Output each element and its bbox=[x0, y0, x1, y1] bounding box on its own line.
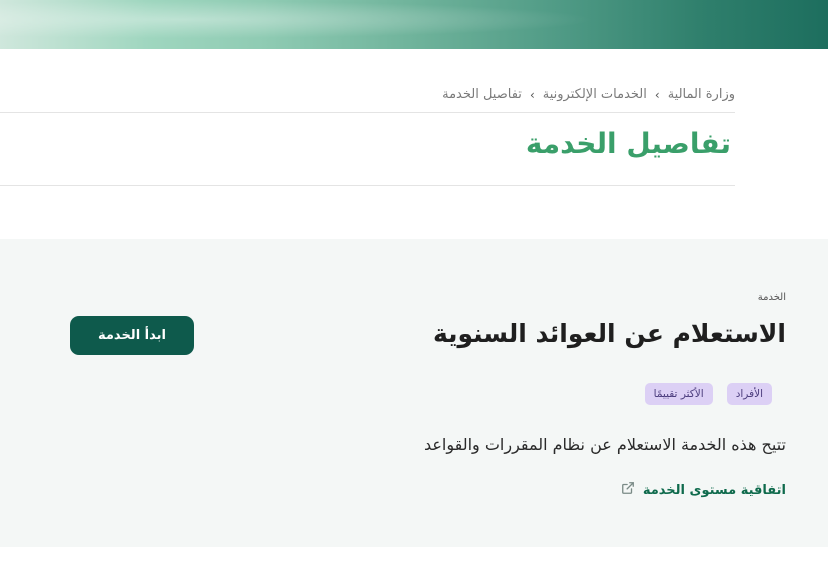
service-section-label: الخدمة bbox=[757, 292, 786, 303]
breadcrumb-item-eservices[interactable]: الخدمات الإلكترونية bbox=[543, 87, 647, 102]
divider bbox=[0, 185, 735, 186]
breadcrumb-item-ministry[interactable]: وزارة المالية bbox=[668, 87, 735, 102]
service-description: تتيح هذه الخدمة الاستعلام عن نظام المقرر… bbox=[423, 435, 786, 454]
header-banner bbox=[0, 0, 828, 49]
tag-top-rated: الأكثر تقييمًا bbox=[644, 383, 713, 405]
service-panel: الخدمة الاستعلام عن العوائد السنوية ابدأ… bbox=[0, 239, 828, 547]
page-title: تفاصيل الخدمة bbox=[525, 127, 731, 160]
service-tags: الأفراد الأكثر تقييمًا bbox=[644, 383, 772, 405]
breadcrumb: وزارة المالية › الخدمات الإلكترونية › تف… bbox=[442, 87, 735, 102]
page-header: وزارة المالية › الخدمات الإلكترونية › تف… bbox=[0, 49, 828, 239]
external-link-icon bbox=[621, 481, 635, 499]
divider bbox=[0, 112, 735, 113]
start-service-button[interactable]: ابدأ الخدمة bbox=[70, 316, 194, 355]
chevron-left-icon: › bbox=[654, 87, 660, 102]
sla-link-label: اتفاقية مستوى الخدمة bbox=[642, 482, 786, 498]
breadcrumb-item-current: تفاصيل الخدمة bbox=[442, 87, 522, 102]
sla-link[interactable]: اتفاقية مستوى الخدمة bbox=[621, 481, 786, 499]
service-title: الاستعلام عن العوائد السنوية bbox=[432, 319, 786, 348]
chevron-left-icon: › bbox=[529, 87, 535, 102]
tag-individuals: الأفراد bbox=[726, 383, 772, 405]
